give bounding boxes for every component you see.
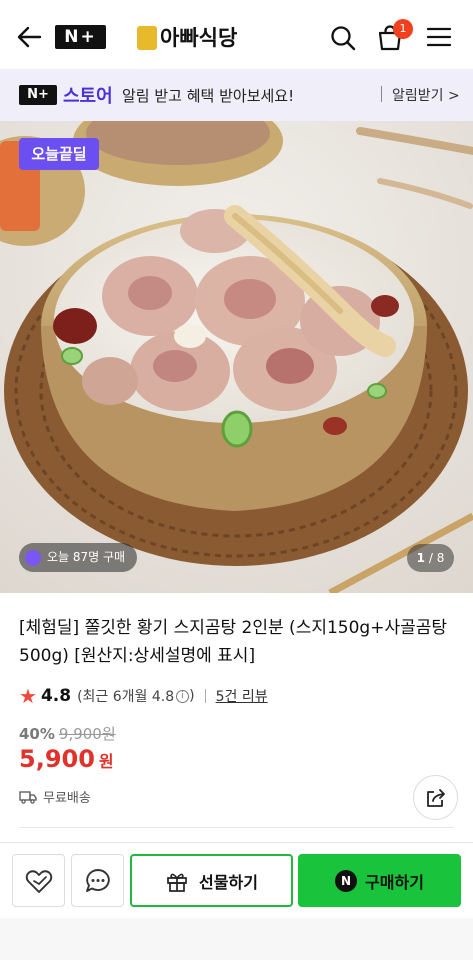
gift-button[interactable]: 선물하기 <box>130 854 293 907</box>
banner-divider <box>381 86 382 102</box>
heart-icon <box>25 869 52 893</box>
price-row: 5,900 원 <box>19 745 114 773</box>
shop-name[interactable]: 아빠식당 <box>160 22 237 52</box>
info-icon[interactable]: i <box>176 689 190 703</box>
shipping-row: 무료배송 <box>19 787 91 806</box>
shop-logo-icon[interactable] <box>137 26 157 50</box>
share-icon <box>426 788 445 807</box>
sale-price: 5,900 <box>19 745 95 773</box>
cart-count-badge: 1 <box>393 19 413 39</box>
banner-message: 알림 받고 혜택 받아보세요! <box>122 87 295 105</box>
naver-plus-badge: N+ <box>19 85 57 105</box>
buy-label: 구매하기 <box>365 872 424 892</box>
product-image-carousel[interactable] <box>0 121 473 593</box>
rating-value: 4.8 <box>40 686 72 706</box>
store-label: 스토어 <box>63 86 113 107</box>
chat-bubble-icon <box>85 868 110 892</box>
bottom-safe-area <box>0 918 473 960</box>
total-pages: / 8 <box>428 551 445 565</box>
section-divider <box>19 827 454 828</box>
currency-unit: 원 <box>98 752 114 771</box>
buy-button[interactable]: N 구매하기 <box>298 854 461 907</box>
back-arrow-icon[interactable] <box>14 22 44 52</box>
rating-period-close: ) <box>189 688 195 704</box>
star-icon: ★ <box>19 684 37 708</box>
shipping-text: 무료배송 <box>43 791 91 806</box>
bottom-bar-border <box>0 842 473 843</box>
product-photo <box>0 121 473 593</box>
current-page: 1 <box>416 551 426 565</box>
reviews-link[interactable]: 5건 리뷰 <box>216 686 268 706</box>
original-price: 9,900원 <box>58 725 116 743</box>
inquiry-button[interactable] <box>71 854 124 907</box>
share-button[interactable] <box>413 775 458 820</box>
discount-rate: 40% <box>19 725 55 743</box>
gift-label: 선물하기 <box>199 872 258 892</box>
product-title: [체험딜] 쫄깃한 황기 스지곰탕 2인분 (스지150g+사골곰탕500g) … <box>19 618 448 666</box>
hamburger-menu-icon[interactable] <box>426 26 452 48</box>
wishlist-button[interactable] <box>12 854 65 907</box>
buyers-text: 오늘 87명 구매 <box>47 550 126 564</box>
image-page-indicator: 1 / 8 <box>407 544 454 572</box>
gift-icon <box>167 873 187 892</box>
naver-plus-logo[interactable]: N+ <box>55 25 106 49</box>
search-icon[interactable] <box>329 24 357 52</box>
truck-icon <box>19 790 37 804</box>
today-buyers-indicator: 오늘 87명 구매 <box>19 543 138 572</box>
buyers-icon <box>25 549 41 566</box>
rating-period-info: (최근 6개월 4.8 <box>77 689 175 705</box>
subscribe-alert-link[interactable]: 알림받기 > <box>392 85 460 105</box>
today-deal-badge: 오늘끝딜 <box>19 138 99 170</box>
rating-row: ★ 4.8 (최근 6개월 4.8 i ) 5건 리뷰 <box>19 684 268 708</box>
discount-row: 40% 9,900원 <box>19 723 116 744</box>
naver-pay-icon: N <box>335 869 358 892</box>
rating-divider <box>204 689 206 703</box>
